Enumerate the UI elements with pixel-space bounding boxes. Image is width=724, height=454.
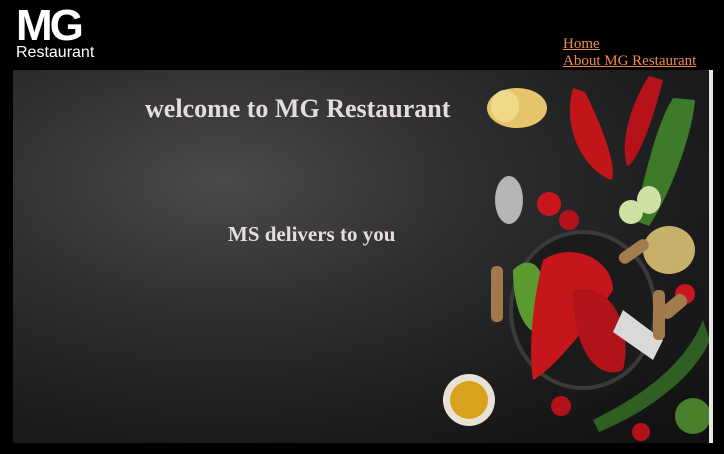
hero-headline: welcome to MG Restaurant xyxy=(145,94,451,123)
main-nav: Home About MG Restaurant xyxy=(563,36,696,70)
brand-logo[interactable]: MG Restaurant xyxy=(14,1,110,64)
hero-banner: welcome to MG Restaurant MS delivers to … xyxy=(13,70,710,443)
nav-link-about[interactable]: About MG Restaurant xyxy=(563,53,696,70)
hero-tagline: MS delivers to you xyxy=(228,222,396,246)
logo-wordmark: Restaurant xyxy=(16,44,95,61)
scrollbar[interactable] xyxy=(709,70,713,443)
logo-mark: MG xyxy=(16,1,84,50)
nav-link-home[interactable]: Home xyxy=(563,36,696,53)
vegetables-image xyxy=(443,76,710,441)
